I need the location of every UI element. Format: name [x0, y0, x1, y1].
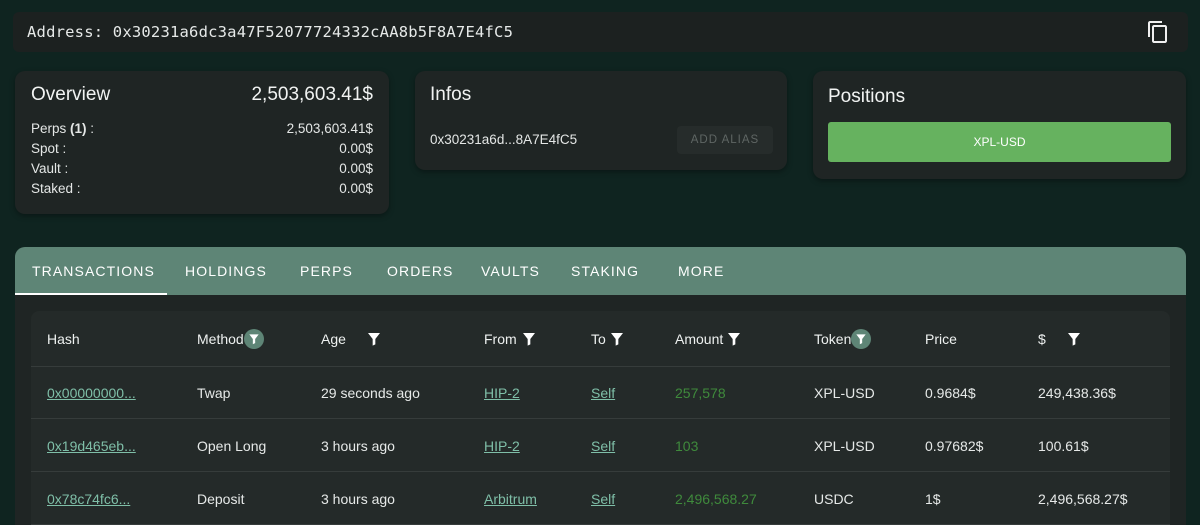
to-link[interactable]: Self: [591, 438, 615, 454]
filter-icon[interactable]: [366, 331, 382, 347]
to-link[interactable]: Self: [591, 385, 615, 401]
from-link[interactable]: HIP-2: [484, 385, 520, 401]
positions-card: Positions XPL-USD: [813, 71, 1186, 179]
header-usd: $: [1038, 311, 1082, 367]
position-button[interactable]: XPL-USD: [828, 122, 1171, 162]
overview-row-label: Vault :: [31, 161, 69, 176]
token-cell: XPL-USD: [814, 385, 875, 401]
price-cell: 0.9684$: [925, 385, 976, 401]
method-cell: Twap: [197, 385, 231, 401]
price-cell: 1$: [925, 491, 941, 507]
positions-title: Positions: [828, 86, 906, 107]
filter-icon[interactable]: [1066, 331, 1082, 347]
filter-icon[interactable]: [243, 329, 264, 349]
copy-icon[interactable]: [1146, 20, 1170, 44]
header-amount: Amount: [675, 311, 742, 367]
method-cell: Deposit: [197, 491, 245, 507]
active-tab-indicator: [15, 293, 167, 295]
tab-perps[interactable]: PERPS: [300, 247, 353, 295]
filter-icon[interactable]: [521, 331, 537, 347]
infos-short-address: 0x30231a6d...8A7E4fC5: [430, 132, 578, 147]
tab-staking[interactable]: STAKING: [571, 247, 639, 295]
filter-icon[interactable]: [609, 331, 625, 347]
transactions-table: Hash Method Age From To Amount Token Pri…: [31, 311, 1170, 525]
header-from: From: [484, 311, 537, 367]
overview-row-value: 0.00$: [339, 161, 373, 176]
address-text: Address: 0x30231a6dc3a47F52077724332cAA8…: [27, 23, 514, 41]
table-row: 0x00000000... Twap 29 seconds ago HIP-2 …: [31, 367, 1170, 419]
overview-card: Overview 2,503,603.41$ Perps (1) : 2,503…: [15, 71, 389, 214]
overview-row-label: Staked :: [31, 181, 81, 196]
table-header-row: Hash Method Age From To Amount Token Pri…: [31, 311, 1170, 367]
hash-link[interactable]: 0x78c74fc6...: [47, 491, 130, 507]
tab-more[interactable]: MORE: [678, 247, 724, 295]
usd-cell: 2,496,568.27$: [1038, 491, 1128, 507]
usd-cell: 100.61$: [1038, 438, 1089, 454]
overview-total: 2,503,603.41$: [251, 84, 373, 105]
header-price: Price: [925, 331, 957, 347]
age-cell: 29 seconds ago: [321, 385, 420, 401]
amount-cell: 257,578: [675, 385, 726, 401]
tab-bar: TRANSACTIONS HOLDINGS PERPS ORDERS VAULT…: [15, 247, 1186, 295]
overview-row-label: Perps (1) :: [31, 121, 95, 136]
age-cell: 3 hours ago: [321, 491, 395, 507]
overview-row-spot: Spot : 0.00$: [31, 141, 373, 156]
add-alias-button[interactable]: ADD ALIAS: [677, 126, 773, 154]
overview-row-staked: Staked : 0.00$: [31, 181, 373, 196]
overview-title: Overview: [31, 84, 111, 105]
usd-cell: 249,438.36$: [1038, 385, 1116, 401]
hash-link[interactable]: 0x19d465eb...: [47, 438, 136, 454]
filter-icon[interactable]: [726, 331, 742, 347]
table-row: 0x78c74fc6... Deposit 3 hours ago Arbitr…: [31, 473, 1170, 525]
overview-row-value: 0.00$: [339, 141, 373, 156]
from-link[interactable]: HIP-2: [484, 438, 520, 454]
to-link[interactable]: Self: [591, 491, 615, 507]
amount-cell: 103: [675, 438, 699, 454]
header-age: Age: [321, 311, 382, 367]
tab-orders[interactable]: ORDERS: [387, 247, 454, 295]
token-cell: XPL-USD: [814, 438, 875, 454]
hash-link[interactable]: 0x00000000...: [47, 385, 136, 401]
tab-holdings[interactable]: HOLDINGS: [185, 247, 267, 295]
tab-vaults[interactable]: VAULTS: [481, 247, 540, 295]
amount-cell: 2,496,568.27: [675, 491, 757, 507]
overview-row-label: Spot :: [31, 141, 67, 156]
from-link[interactable]: Arbitrum: [484, 491, 537, 507]
table-row: 0x19d465eb... Open Long 3 hours ago HIP-…: [31, 420, 1170, 472]
infos-title: Infos: [430, 84, 472, 105]
header-token: Token: [814, 311, 872, 367]
infos-card: Infos 0x30231a6d...8A7E4fC5 ADD ALIAS: [415, 71, 787, 170]
age-cell: 3 hours ago: [321, 438, 395, 454]
transactions-panel: TRANSACTIONS HOLDINGS PERPS ORDERS VAULT…: [15, 247, 1186, 525]
header-method: Method: [197, 311, 264, 367]
price-cell: 0.97682$: [925, 438, 984, 454]
tab-transactions[interactable]: TRANSACTIONS: [32, 247, 155, 295]
token-cell: USDC: [814, 491, 854, 507]
overview-row-value: 0.00$: [339, 181, 373, 196]
overview-row-vault: Vault : 0.00$: [31, 161, 373, 176]
filter-icon[interactable]: [851, 329, 872, 349]
header-to: To: [591, 311, 625, 367]
overview-row-perps: Perps (1) : 2,503,603.41$: [31, 121, 373, 136]
address-bar: Address: 0x30231a6dc3a47F52077724332cAA8…: [13, 12, 1188, 52]
method-cell: Open Long: [197, 438, 267, 454]
header-hash: Hash: [47, 331, 80, 347]
overview-row-value: 2,503,603.41$: [286, 121, 373, 136]
